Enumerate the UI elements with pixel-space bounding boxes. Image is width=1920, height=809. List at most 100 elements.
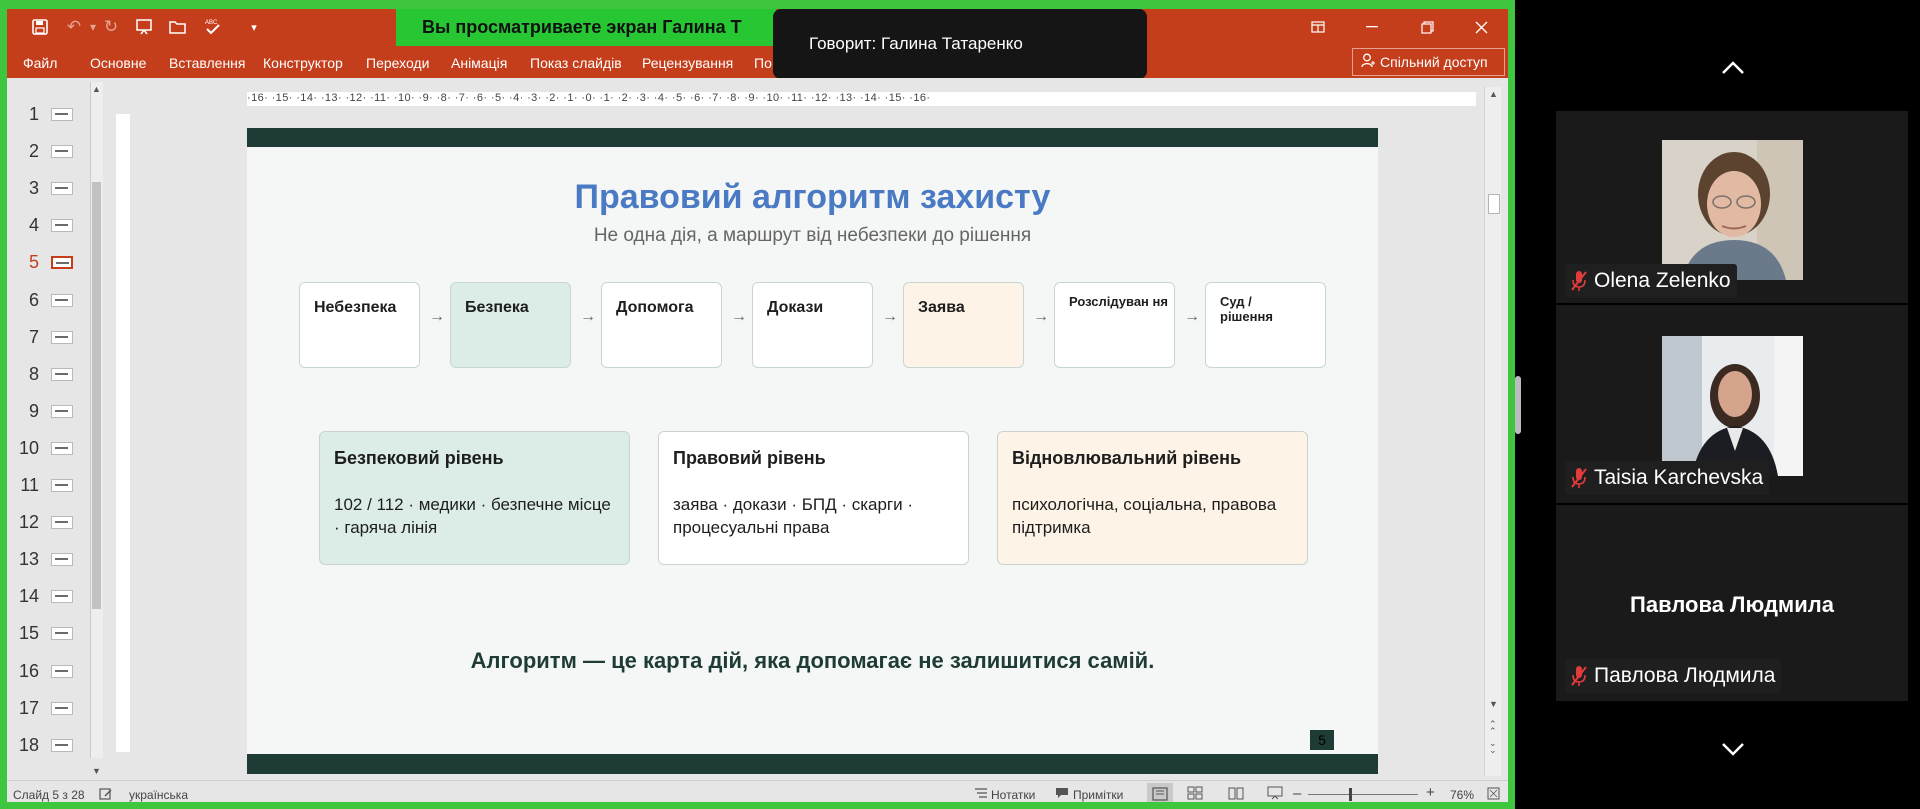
thumbnail-scrollbar-thumb[interactable] (92, 182, 101, 609)
slide-thumbnail-image (51, 182, 73, 196)
arrow-icon: → (580, 308, 596, 325)
tab-slide-show[interactable]: Показ слайдів (530, 55, 622, 71)
save-icon[interactable] (28, 15, 52, 39)
step-help[interactable]: Допомога (601, 282, 722, 368)
scroll-down-icon[interactable]: ▼ (1489, 699, 1498, 709)
slide-thumbnail[interactable]: 13 (7, 541, 91, 578)
level-card-safety[interactable]: Безпековий рівень 102 / 112 · медики · б… (319, 431, 630, 565)
step-evidence[interactable]: Докази (752, 282, 873, 368)
slide-thumbnail-number: 15 (18, 623, 39, 644)
slide-title[interactable]: Правовий алгоритм захисту (247, 178, 1378, 217)
slide-thumbnail[interactable]: 18 (7, 727, 91, 764)
slide-thumbnail-number: 8 (28, 363, 39, 384)
maximize-icon[interactable] (1408, 13, 1446, 41)
slide-sorter-icon[interactable] (1187, 786, 1203, 802)
tab-review[interactable]: Рецензування (642, 55, 733, 71)
scroll-up-icon[interactable]: ▲ (92, 84, 101, 94)
tab-insert[interactable]: Вставлення (169, 55, 246, 71)
level-card-legal[interactable]: Правовий рівень заява · докази · БПД · с… (658, 431, 969, 565)
comments-icon[interactable] (1055, 787, 1069, 802)
level-card-body: 102 / 112 · медики · безпечне місце · га… (334, 495, 611, 537)
participant-display-name: Павлова Людмила (1630, 592, 1834, 617)
tab-file[interactable]: Файл (23, 55, 57, 71)
slide-thumbnail-image (51, 404, 73, 418)
editor-scrollbar[interactable] (1484, 87, 1501, 776)
chevron-up-icon[interactable] (1715, 55, 1751, 79)
panel-resize-handle[interactable] (1515, 376, 1521, 434)
zoom-in-icon[interactable]: + (1426, 784, 1435, 801)
zoom-out-icon[interactable]: – (1293, 785, 1301, 802)
slide-thumbnail[interactable]: 9 (7, 393, 91, 430)
slide-thumbnail[interactable]: 4 (7, 207, 91, 244)
customize-icon[interactable]: ▾ (242, 15, 266, 39)
tab-view[interactable]: По (754, 55, 772, 71)
zoom-slider-thumb[interactable] (1349, 788, 1352, 801)
slide-thumbnail-image (51, 293, 73, 307)
scroll-down-icon[interactable]: ▼ (92, 766, 101, 776)
zoom-level[interactable]: 76% (1450, 788, 1474, 802)
slide-thumbnail[interactable]: 16 (7, 653, 91, 690)
vertical-ruler (116, 114, 130, 752)
step-court-decision[interactable]: Суд / рішення (1205, 282, 1326, 368)
tab-transitions[interactable]: Переходи (366, 55, 429, 71)
restore-ribbon-icon[interactable] (1299, 13, 1337, 41)
notes-icon[interactable] (974, 787, 988, 802)
tab-design[interactable]: Конструктор (263, 55, 343, 71)
slide-thumbnail[interactable]: 15 (7, 615, 91, 652)
reading-view-icon[interactable] (1228, 786, 1244, 802)
close-icon[interactable] (1462, 13, 1500, 41)
slide-thumbnail-image (51, 441, 73, 455)
slide-canvas[interactable]: Правовий алгоритм захисту Не одна дія, а… (247, 128, 1378, 774)
comments-button[interactable]: Примітки (1073, 788, 1123, 802)
normal-view-icon[interactable] (1147, 783, 1173, 802)
fit-slide-icon[interactable] (1487, 787, 1500, 802)
share-button[interactable]: Спільний доступ (1352, 48, 1505, 76)
open-icon[interactable] (166, 15, 190, 39)
step-statement[interactable]: Заява (903, 282, 1024, 368)
slide-thumbnail[interactable]: 2 (7, 133, 91, 170)
language-indicator[interactable]: українська (129, 788, 188, 802)
svg-text:ABC: ABC (205, 20, 218, 26)
slide-footer-text[interactable]: Алгоритм — це карта дій, яка допомагає н… (247, 648, 1378, 674)
slide-thumbnail[interactable]: 12 (7, 504, 91, 541)
redo-icon[interactable]: ↻ (99, 15, 123, 39)
previous-slide-icon[interactable]: ⌃ ⌃ (1489, 720, 1497, 736)
slide-thumbnail[interactable]: 3 (7, 170, 91, 207)
step-safety[interactable]: Безпека (450, 282, 571, 368)
slide-thumbnail[interactable]: 5 (7, 244, 91, 281)
accessibility-icon[interactable] (99, 787, 113, 802)
zoom-slider[interactable] (1308, 794, 1418, 795)
slideshow-view-icon[interactable] (1267, 786, 1283, 802)
chevron-down-icon[interactable] (1715, 738, 1751, 762)
slide-thumbnail[interactable]: 7 (7, 319, 91, 356)
notes-button[interactable]: Нотатки (991, 788, 1035, 802)
slide-subtitle[interactable]: Не одна дія, а маршрут від небезпеки до … (247, 225, 1378, 247)
present-icon[interactable] (132, 15, 156, 39)
participant-name: Taisia Karchevska (1594, 466, 1764, 489)
slide-thumbnail[interactable]: 11 (7, 467, 91, 504)
slide-thumbnail-number: 13 (18, 549, 39, 570)
tab-home[interactable]: Основне (90, 55, 146, 71)
step-investigation[interactable]: Розслідуван ня (1054, 282, 1175, 368)
slide-thumbnail[interactable]: 17 (7, 690, 91, 727)
slide-thumbnail-number: 2 (28, 141, 39, 162)
spelling-icon[interactable]: ABC (201, 15, 225, 39)
slide-thumbnail[interactable]: 8 (7, 356, 91, 393)
scroll-up-icon[interactable]: ▲ (1489, 89, 1498, 99)
level-card-recovery[interactable]: Відновлювальний рівень психологічна, соц… (997, 431, 1308, 565)
share-button-label: Спільний доступ (1380, 54, 1488, 70)
slide-thumbnail[interactable]: 14 (7, 578, 91, 615)
horizontal-ruler: ·16· ·15· ·14· ·13· ·12· ·11· ·10· ·9· ·… (247, 92, 1476, 106)
active-speaker-banner: Говорит: Галина Татаренко (773, 9, 1147, 79)
slide-thumbnail[interactable]: 6 (7, 282, 91, 319)
editor-scrollbar-thumb[interactable] (1488, 194, 1500, 214)
slide-thumbnail[interactable]: 1 (7, 96, 91, 133)
next-slide-icon[interactable]: ⌄ ⌄ (1489, 739, 1497, 755)
minimize-icon[interactable] (1353, 13, 1391, 41)
slide-thumbnail[interactable]: 10 (7, 430, 91, 467)
step-danger[interactable]: Небезпека (299, 282, 420, 368)
slide-thumbnail-image (51, 738, 73, 752)
participant-name: Olena Zelenko (1594, 269, 1731, 292)
tab-animations[interactable]: Анімація (451, 55, 507, 71)
slide-thumbnail-number: 14 (18, 586, 39, 607)
